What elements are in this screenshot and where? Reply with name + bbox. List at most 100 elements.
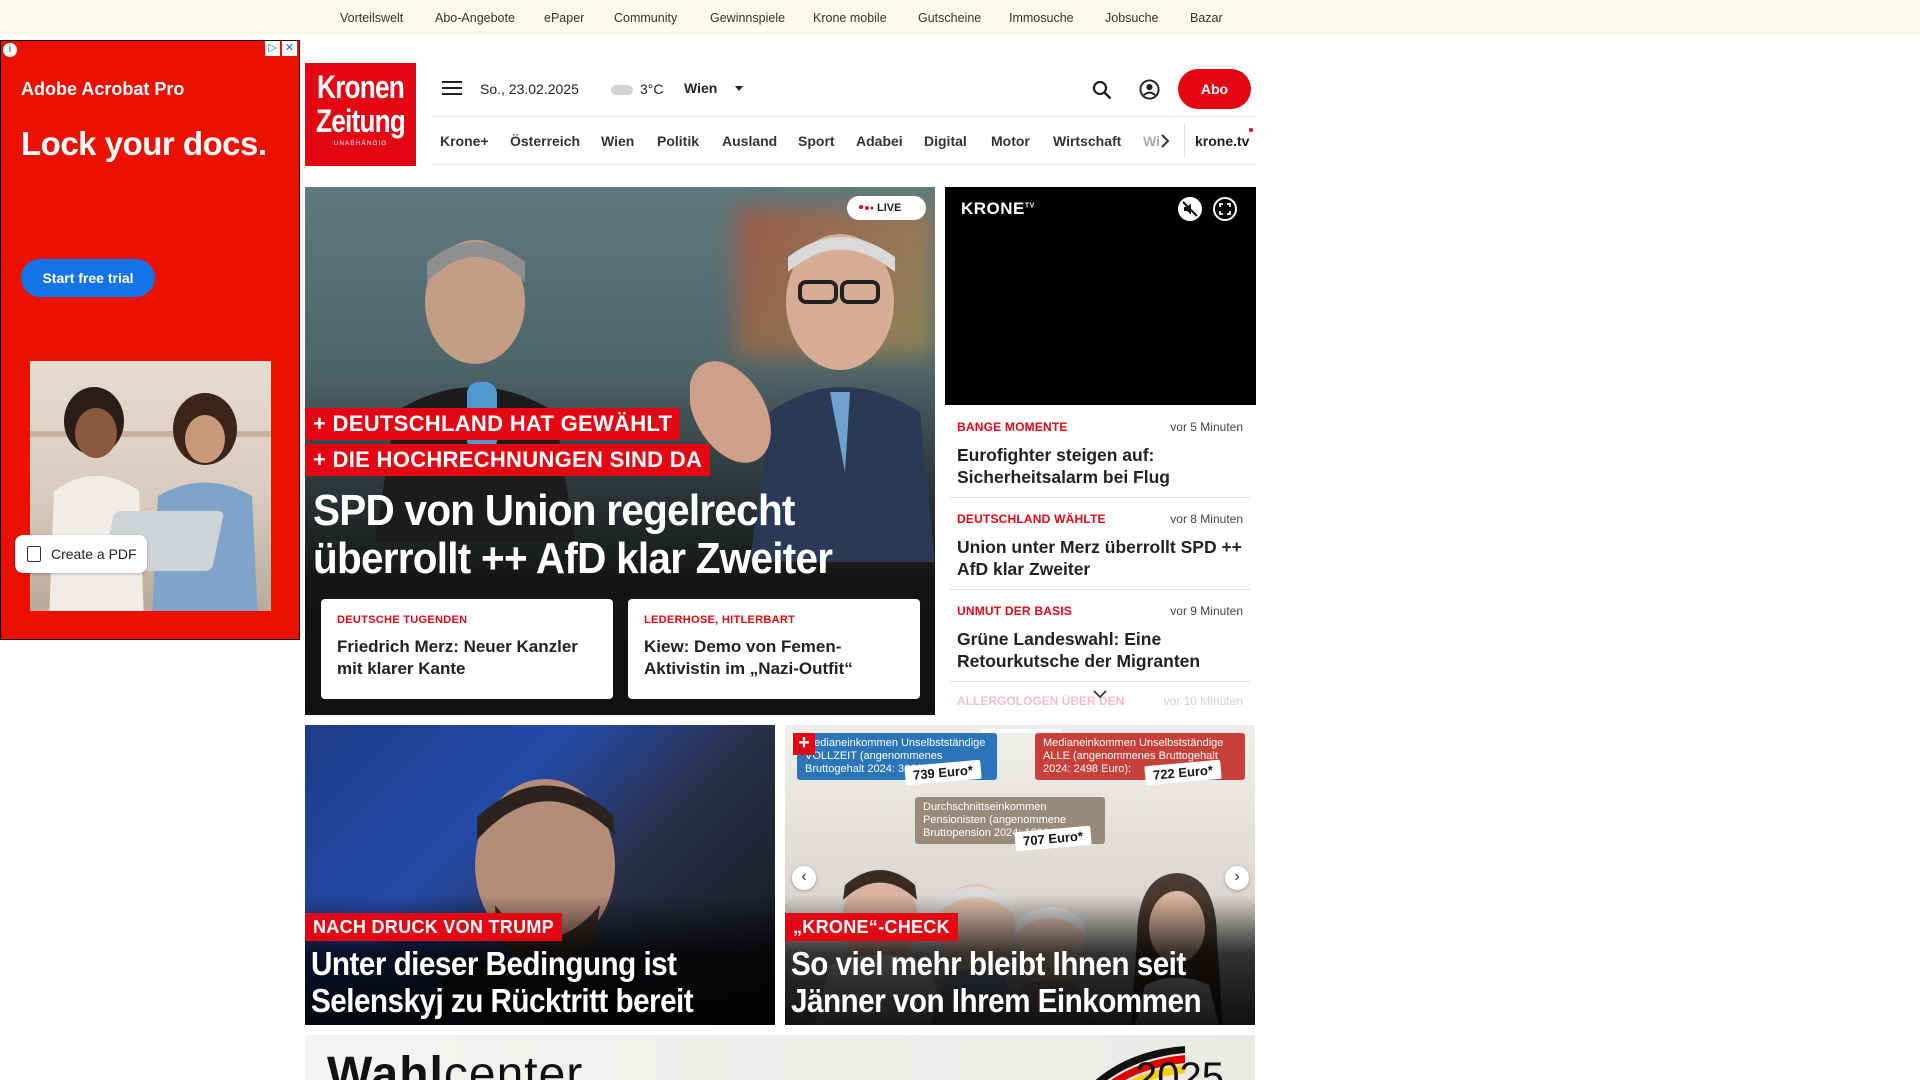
news-category: DEUTSCHLAND WÄHLTE [957,512,1106,526]
current-date: So., 23.02.2025 [480,81,579,97]
mute-icon[interactable] [1178,197,1202,221]
chevron-right-icon[interactable] [1160,134,1170,148]
news-timestamp: vor 10 Minuten [1163,694,1243,708]
topbar-link-vorteilswelt[interactable]: Vorteilswelt [340,11,403,25]
nav-divider-bottom [432,164,1256,165]
logo-line-1: Kronen [317,69,405,105]
news-title[interactable]: Union unter Merz überrollt SPD ++ AfD kl… [957,536,1247,580]
live-label: LIVE [877,202,902,214]
topbar-link-bazar[interactable]: Bazar [1190,11,1223,25]
ad-start-trial-button[interactable]: Start free trial [21,259,155,297]
krone-tv-logo-text: KRONE [961,199,1025,218]
ad-brand: Adobe Acrobat Pro [21,79,185,99]
news-timestamp: vor 5 Minuten [1170,420,1243,434]
news-list-item[interactable]: UNMUT DER BASIS vor 9 Minuten Grüne Land… [950,590,1250,682]
news-list-item[interactable]: DEUTSCHLAND WÄHLTE vor 8 Minuten Union u… [950,498,1250,590]
nav-item-wien[interactable]: Wien [601,133,634,149]
hero-headline[interactable]: SPD von Union regelrecht überrollt ++ Af… [313,487,874,583]
news-timestamp: vor 8 Minuten [1170,512,1243,526]
krone-tv-logo-sup: TV [1024,202,1035,210]
ad-info-icon[interactable]: ▷ [265,41,280,56]
hero-subarticle-1[interactable]: DEUTSCHE TUGENDEN Friedrich Merz: Neuer … [321,599,613,699]
hamburger-menu-icon[interactable] [442,81,462,97]
nav-item-motor[interactable]: Motor [991,133,1030,149]
ad-person-left [49,387,144,611]
ad-close-icon[interactable]: ✕ [282,41,297,56]
logo-line-2: Zeitung [316,103,406,139]
hero-subarticle-2[interactable]: LEDERHOSE, HITLERBART Kiew: Demo von Fem… [628,599,920,699]
nav-item-adabei[interactable]: Adabei [856,133,903,149]
subarticle-category: LEDERHOSE, HITLERBART [644,614,796,626]
nav-item-sport[interactable]: Sport [798,133,835,149]
hero-kicker-1: + DEUTSCHLAND HAT GEWÄHLT [305,408,681,440]
news-title[interactable]: Eurofighter steigen auf: Sicherheitsalar… [957,444,1247,488]
article-card-krone-check[interactable]: Medianeinkommen Unselbstständige VOLLZEI… [785,725,1255,1025]
nav-item-oesterreich[interactable]: Österreich [510,133,580,149]
advertisement-banner[interactable]: i ▷ ✕ Adobe Acrobat Pro Lock your docs. … [0,40,300,640]
hero-kicker-2: + DIE HOCHRECHNUNGEN SIND DA [305,444,711,476]
top-utility-bar: Vorteilswelt Abo-Angebote ePaper Communi… [0,0,1920,35]
hero-article[interactable]: LIVE + DEUTSCHLAND HAT GEWÄHLT + DIE HOC… [305,187,935,715]
pdf-file-icon [27,546,41,562]
topbar-link-gutscheine[interactable]: Gutscheine [918,11,981,25]
nav-item-politik[interactable]: Politik [657,133,699,149]
abo-button[interactable]: Abo [1178,69,1251,109]
ad-photo [30,361,271,611]
topbar-link-abo-angebote[interactable]: Abo-Angebote [435,11,515,25]
kronen-zeitung-logo[interactable]: Kronen Zeitung UNABHÄNGIG [305,63,416,166]
article-title[interactable]: So viel mehr bleibt Ihnen seit Jänner vo… [791,945,1205,1019]
banner-title-rest: center [443,1048,584,1080]
news-timestamp: vor 9 Minuten [1170,604,1243,618]
topbar-link-community[interactable]: Community [614,11,677,25]
nav-item-truncated[interactable]: Wi [1143,133,1160,149]
logo-tagline: UNABHÄNGIG [333,140,388,147]
city-selector[interactable]: Wien [684,80,717,96]
ad-controls: ▷ ✕ [265,41,297,56]
nav-divider-top [432,116,1256,117]
banner-year: 2025 [1135,1055,1224,1080]
krone-tv-video-player[interactable]: KRONETV [945,187,1256,405]
wahlcenter-banner[interactable]: Wahlcenter 2025 [305,1035,1255,1080]
chevron-down-icon[interactable] [1093,689,1107,699]
carousel-next-icon[interactable]: › [1225,866,1249,890]
topbar-link-gewinnspiele[interactable]: Gewinnspiele [710,11,785,25]
news-list-item[interactable]: BANGE MOMENTE vor 5 Minuten Eurofighter … [950,406,1250,498]
topbar-link-epaper[interactable]: ePaper [544,11,584,25]
ad-create-pdf-label: Create a PDF [51,546,137,562]
krone-tv-logo: KRONETV [961,199,1035,219]
adchoices-icon[interactable]: i [3,43,17,57]
article-kicker: „KRONE“-CHECK [785,913,958,941]
news-title[interactable]: Grüne Landeswahl: Eine Retourkutsche der… [957,628,1247,672]
article-kicker: NACH DRUCK VON TRUMP [305,913,562,941]
account-icon[interactable] [1139,79,1160,100]
nav-item-digital[interactable]: Digital [924,133,967,149]
banner-title-bold: Wahl [327,1048,444,1080]
article-title[interactable]: Unter dieser Bedingung ist Selenskyj zu … [311,945,725,1019]
fullscreen-icon[interactable] [1213,197,1237,221]
topbar-link-immosuche[interactable]: Immosuche [1009,11,1074,25]
chevron-down-icon[interactable] [735,86,743,91]
nav-separator [1184,124,1185,158]
subarticle-category: DEUTSCHE TUGENDEN [337,614,468,626]
article-card-selenskyj[interactable]: NACH DRUCK VON TRUMP Unter dieser Beding… [305,725,775,1025]
temperature: 3°C [640,81,664,97]
topbar-link-jobsuche[interactable]: Jobsuche [1105,11,1159,25]
ad-create-pdf-button[interactable]: Create a PDF [15,535,147,573]
topbar-link-krone-mobile[interactable]: Krone mobile [813,11,887,25]
nav-item-krone-plus[interactable]: Krone+ [440,133,489,149]
nav-item-wirtschaft[interactable]: Wirtschaft [1053,133,1121,149]
cloud-icon [611,85,633,95]
news-category: UNMUT DER BASIS [957,604,1073,618]
search-icon[interactable] [1092,80,1112,100]
carousel-prev-icon[interactable]: ‹ [792,866,816,890]
live-dots-icon [859,205,873,210]
ad-person-right [152,393,258,611]
banner-title: Wahlcenter [327,1047,583,1080]
subarticle-title[interactable]: Kiew: Demo von Femen-Aktivistin im „Nazi… [644,636,904,680]
nav-item-ausland[interactable]: Ausland [722,133,777,149]
krone-tv-link[interactable]: krone.tv [1195,133,1249,149]
live-badge: LIVE [847,196,926,220]
live-indicator-dot [1249,128,1253,132]
subarticle-title[interactable]: Friedrich Merz: Neuer Kanzler mit klarer… [337,636,597,680]
ad-headline: Lock your docs. [21,125,267,162]
